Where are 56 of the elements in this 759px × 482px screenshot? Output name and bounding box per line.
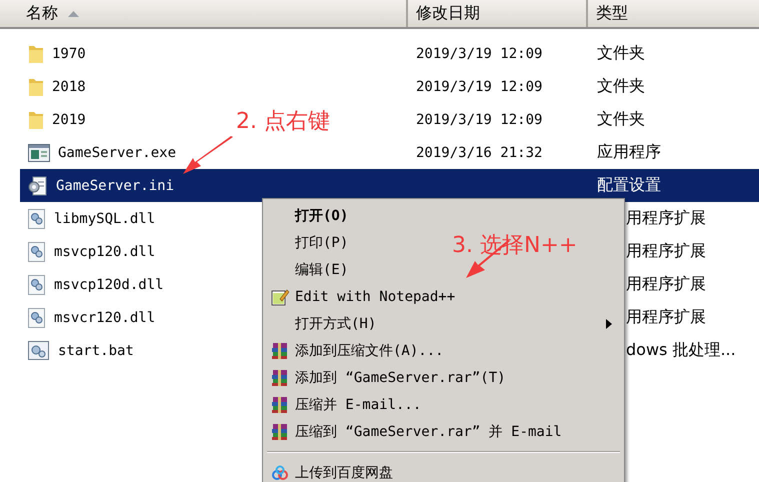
file-type: 文件夹 xyxy=(597,43,645,62)
menu-item[interactable]: 打开(O) xyxy=(295,206,348,224)
file-type: 文件夹 xyxy=(597,109,645,128)
books-stack-icon xyxy=(271,342,289,360)
menu-item[interactable]: 压缩并 E-mail... xyxy=(295,396,422,414)
file-type: 文件夹 xyxy=(597,76,645,95)
file-name[interactable]: msvcp120.dll xyxy=(54,244,156,260)
file-type: 用程序扩展 xyxy=(626,241,706,260)
file-name[interactable]: 1970 xyxy=(52,46,86,62)
selected-row[interactable]: GameServer.ini 配置设置 xyxy=(20,169,759,202)
menu-item[interactable]: 打开方式(H) xyxy=(295,314,622,332)
modified-date: 2019/3/16 21:32 xyxy=(416,144,542,160)
column-header[interactable]: 名称 xyxy=(0,0,408,27)
gear-window-icon xyxy=(28,340,50,360)
annotation-arrow xyxy=(183,136,235,176)
menu-item[interactable]: 添加到 “GameServer.rar”(T) xyxy=(295,368,506,386)
folder-icon xyxy=(28,76,44,96)
folder-icon xyxy=(28,110,44,130)
settings-file-icon xyxy=(28,176,48,196)
file-name[interactable]: msvcp120d.dll xyxy=(54,276,164,292)
gear-file-icon xyxy=(28,274,46,294)
column-header[interactable]: 修改日期 xyxy=(408,0,588,27)
gear-file-icon xyxy=(28,242,46,262)
file-name[interactable]: GameServer.ini xyxy=(56,178,174,194)
menu-item[interactable]: Edit with Notepad++ xyxy=(295,288,456,304)
books-stack-icon xyxy=(271,396,289,414)
notepad-pencil-icon xyxy=(271,288,289,306)
file-name[interactable]: libmySQL.dll xyxy=(54,210,156,226)
books-stack-icon xyxy=(271,422,289,440)
gear-file-icon xyxy=(28,308,46,328)
modified-date: 2019/3/19 12:09 xyxy=(416,46,542,62)
file-type: 应用程序 xyxy=(597,142,661,161)
gear-file-icon xyxy=(28,208,46,228)
file-name[interactable]: msvcr120.dll xyxy=(54,310,156,326)
program-window-icon xyxy=(28,144,50,162)
menu-item[interactable]: 压缩到 “GameServer.rar” 并 E-mail xyxy=(295,422,562,440)
modified-date: 2019/3/19 12:09 xyxy=(416,112,542,128)
file-type: 用程序扩展 xyxy=(626,274,706,293)
file-name[interactable]: start.bat xyxy=(58,342,134,358)
menu-item[interactable]: 编辑(E) xyxy=(295,260,348,278)
annotation-text: 2. 点右键 xyxy=(236,108,330,136)
books-stack-icon xyxy=(271,368,289,386)
file-name[interactable]: 2019 xyxy=(52,112,86,128)
file-type: 用程序扩展 xyxy=(626,208,706,227)
submenu-arrow-icon xyxy=(606,318,612,328)
folder-icon xyxy=(28,44,44,64)
column-header[interactable]: 类型 xyxy=(588,0,759,27)
menu-item[interactable]: 添加到压缩文件(A)... xyxy=(295,342,444,360)
menu-item[interactable]: 上传到百度网盘 xyxy=(295,464,393,482)
menu-item[interactable]: 打印(P) xyxy=(295,234,348,252)
file-name[interactable]: 2018 xyxy=(52,78,86,94)
file-type: 用程序扩展 xyxy=(626,307,706,326)
file-name[interactable]: GameServer.exe xyxy=(58,144,176,160)
modified-date: 2019/3/19 12:09 xyxy=(416,78,542,94)
file-type: dows 批处理... xyxy=(626,340,736,359)
file-type: 配置设置 xyxy=(597,175,661,194)
